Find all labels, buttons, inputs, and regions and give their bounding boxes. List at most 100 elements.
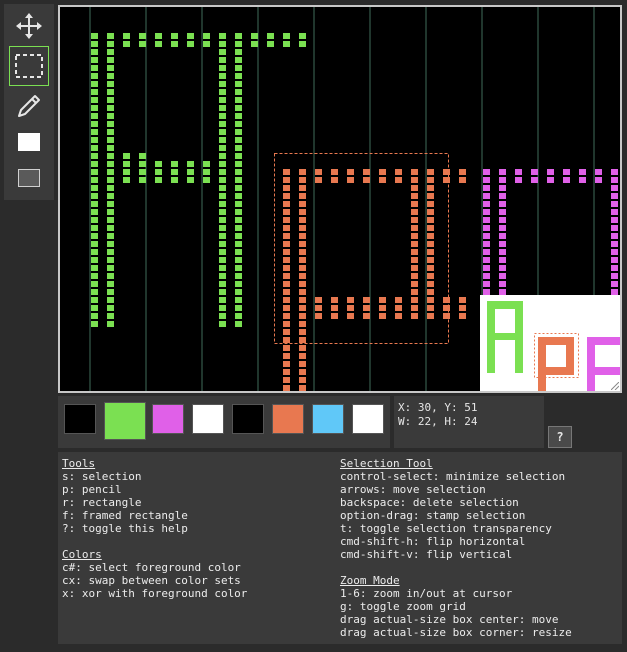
pixel <box>363 177 370 183</box>
pixel <box>395 313 402 319</box>
pixel <box>235 177 242 183</box>
pixel <box>299 361 306 367</box>
preview-pixel <box>538 337 546 391</box>
pixel <box>411 217 418 223</box>
tool-palette <box>4 4 54 200</box>
pixel <box>171 161 178 167</box>
pixel <box>483 289 490 295</box>
pixel <box>283 345 290 351</box>
help-line: cmd-shift-v: flip vertical <box>340 548 513 561</box>
pixel <box>611 257 618 263</box>
pixel <box>427 281 434 287</box>
pixel <box>411 305 418 311</box>
color-swatch-8[interactable] <box>352 404 384 434</box>
help-line: ?: toggle this help <box>62 522 188 535</box>
pixel <box>483 201 490 207</box>
pixel <box>299 33 306 39</box>
help-tools-section: Tools s: selection p: pencil r: rectangl… <box>62 457 332 535</box>
pixel <box>139 169 146 175</box>
drawing-canvas[interactable] <box>60 7 620 391</box>
pixel <box>299 209 306 215</box>
pixel <box>219 89 226 95</box>
pixel <box>499 257 506 263</box>
pixel <box>379 169 386 175</box>
pixel <box>219 145 226 151</box>
pixel <box>411 289 418 295</box>
pixel <box>107 33 114 39</box>
pixel <box>283 209 290 215</box>
pixel <box>283 305 290 311</box>
pixel <box>107 257 114 263</box>
pixel <box>107 169 114 175</box>
color-swatch-3[interactable] <box>152 404 184 434</box>
color-swatch-6[interactable] <box>272 404 304 434</box>
pixel <box>283 33 290 39</box>
pixel <box>283 289 290 295</box>
pixel <box>411 225 418 231</box>
selection-tool-button[interactable] <box>9 46 49 86</box>
pixel <box>219 305 226 311</box>
pixel <box>411 241 418 247</box>
pixel <box>155 41 162 47</box>
pixel <box>483 233 490 239</box>
pixel <box>219 177 226 183</box>
pixel <box>219 185 226 191</box>
help-line: control-select: minimize selection <box>340 470 566 483</box>
pixel <box>299 201 306 207</box>
pixel <box>427 193 434 199</box>
pixel <box>315 177 322 183</box>
pixel <box>283 273 290 279</box>
pixel <box>107 313 114 319</box>
pixel <box>411 249 418 255</box>
pixel <box>219 249 226 255</box>
pixel <box>499 169 506 175</box>
help-line: x: xor with foreground color <box>62 587 248 600</box>
pixel <box>411 193 418 199</box>
help-selection-section: Selection Tool control-select: minimize … <box>340 457 618 561</box>
color-swatch-1[interactable] <box>64 404 96 434</box>
pixel <box>91 113 98 119</box>
rectangle-tool-button[interactable] <box>9 122 49 162</box>
pixel <box>91 57 98 63</box>
pixel <box>283 233 290 239</box>
pixel <box>219 81 226 87</box>
pixel <box>299 353 306 359</box>
framed-rectangle-icon <box>18 169 40 187</box>
pixel <box>299 225 306 231</box>
pixel <box>611 265 618 271</box>
help-button[interactable]: ? <box>548 426 572 448</box>
help-line: t: toggle selection transparency <box>340 522 552 535</box>
pixel <box>91 217 98 223</box>
color-swatch-2-selected[interactable] <box>104 402 146 440</box>
color-swatch-4[interactable] <box>192 404 224 434</box>
pixel <box>299 281 306 287</box>
color-swatch-5[interactable] <box>232 404 264 434</box>
help-line: arrows: move selection <box>340 483 486 496</box>
help-line: s: selection <box>62 470 142 483</box>
pixel <box>427 169 434 175</box>
pixel <box>91 89 98 95</box>
color-swatch-7[interactable] <box>312 404 344 434</box>
pixel <box>219 105 226 111</box>
resize-handle-icon[interactable] <box>611 382 619 390</box>
pixel <box>411 281 418 287</box>
pixel <box>107 273 114 279</box>
help-line: backspace: delete selection <box>340 496 519 509</box>
pencil-tool-button[interactable] <box>9 86 49 126</box>
pixel <box>203 41 210 47</box>
pixel <box>107 49 114 55</box>
pixel <box>483 225 490 231</box>
pixel <box>299 193 306 199</box>
pixel <box>315 305 322 311</box>
pixel <box>315 297 322 303</box>
pixel <box>427 201 434 207</box>
move-tool-button[interactable] <box>9 6 49 46</box>
help-line: option-drag: stamp selection <box>340 509 526 522</box>
pixel <box>171 41 178 47</box>
pixel <box>235 65 242 71</box>
pixel <box>91 225 98 231</box>
framed-rectangle-tool-button[interactable] <box>9 158 49 198</box>
pixel <box>187 33 194 39</box>
pixel <box>611 177 618 183</box>
pixel <box>299 249 306 255</box>
